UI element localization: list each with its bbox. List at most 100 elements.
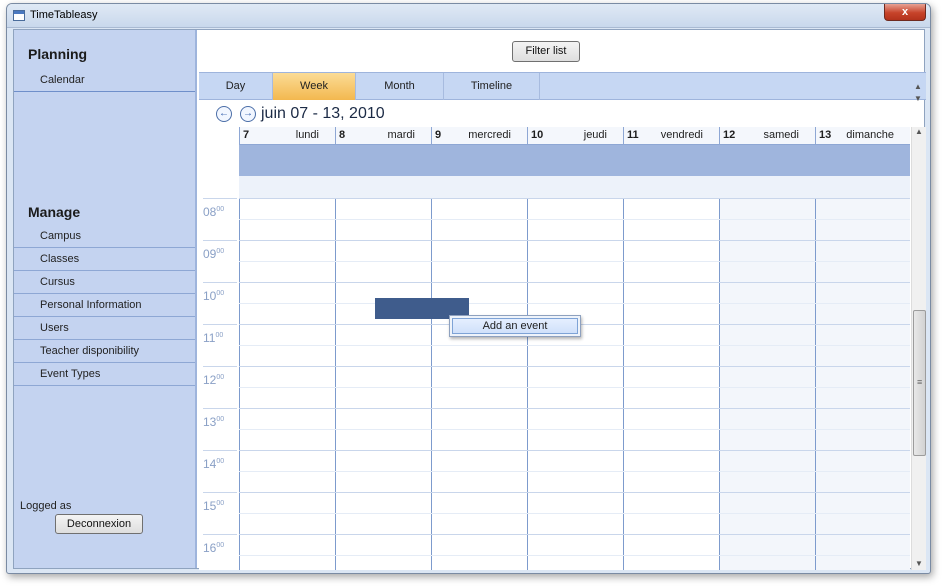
- day-number: 9: [435, 129, 442, 141]
- day-header-mardi[interactable]: 8 mardi: [335, 127, 431, 145]
- scroll-down-icon[interactable]: ▼: [915, 559, 923, 568]
- hour-text: 10: [203, 289, 217, 303]
- close-button[interactable]: x: [884, 4, 926, 21]
- scroll-down-icon[interactable]: ▼: [914, 94, 922, 103]
- minutes-text: 00: [216, 458, 225, 465]
- day-header-jeudi[interactable]: 10 jeudi: [527, 127, 623, 145]
- time-label: 0800: [203, 205, 224, 219]
- tab-day[interactable]: Day: [199, 73, 273, 100]
- day-name: mardi: [387, 129, 415, 141]
- day-column-jeudi[interactable]: [527, 198, 623, 570]
- scrollbar-thumb[interactable]: ≡: [913, 310, 926, 456]
- time-label: 1300: [203, 415, 224, 429]
- sidebar-item-campus[interactable]: Campus: [14, 226, 195, 248]
- logged-as-label: Logged as: [20, 500, 72, 512]
- day-column-mercredi[interactable]: [431, 198, 527, 570]
- day-column-lundi[interactable]: [239, 198, 335, 570]
- time-gutter-line: [203, 408, 237, 409]
- arrow-left-circle-icon[interactable]: ←: [216, 106, 232, 122]
- context-menu: Add an event: [449, 315, 581, 337]
- day-column-vendredi[interactable]: [623, 198, 719, 570]
- filter-list-button[interactable]: Filter list: [512, 41, 580, 62]
- sidebar-item-cursus[interactable]: Cursus: [14, 272, 195, 294]
- scroll-up-icon[interactable]: ▲: [915, 127, 923, 136]
- hour-line: [239, 450, 910, 451]
- half-hour-line: [239, 219, 910, 220]
- hour-line: [239, 198, 910, 199]
- minutes-text: 00: [216, 416, 225, 423]
- day-name: lundi: [295, 129, 319, 141]
- week-calendar: 7 lundi 8 mardi 9 mercredi 10 jeudi 11 vendredi 12…: [199, 127, 911, 570]
- all-day-spacer: [239, 176, 910, 198]
- hour-text: 11: [203, 331, 216, 345]
- day-name: vendredi: [660, 129, 703, 141]
- sidebar-item-classes[interactable]: Classes: [14, 249, 195, 271]
- time-label: 1200: [203, 373, 224, 387]
- hour-text: 09: [203, 247, 217, 261]
- half-hour-line: [239, 513, 910, 514]
- day-header-mercredi[interactable]: 9 mercredi: [431, 127, 527, 145]
- minutes-text: 00: [215, 332, 224, 339]
- day-number: 8: [339, 129, 346, 141]
- calendar-scrollbar[interactable]: ▲ ≡ ▼: [911, 127, 926, 570]
- day-name: mercredi: [468, 129, 511, 141]
- half-hour-line: [239, 429, 910, 430]
- arrow-right-circle-icon[interactable]: →: [240, 106, 256, 122]
- time-gutter-line: [203, 324, 237, 325]
- day-number: 7: [243, 129, 250, 141]
- minutes-text: 00: [216, 542, 225, 549]
- day-column-samedi[interactable]: [719, 198, 815, 570]
- add-event-menu-item[interactable]: Add an event: [452, 318, 578, 334]
- time-gutter-line: [203, 492, 237, 493]
- hour-line: [239, 534, 910, 535]
- half-hour-line: [239, 471, 910, 472]
- date-navigation: ← → juin 07 - 13, 2010: [199, 102, 926, 126]
- day-name: samedi: [763, 129, 799, 141]
- title-bar[interactable]: TimeTableasy x: [7, 4, 930, 28]
- sidebar-item-teacher-disponibility[interactable]: Teacher disponibility: [14, 341, 195, 363]
- time-gutter-line: [203, 198, 237, 199]
- hour-text: 14: [203, 457, 217, 471]
- all-day-scrollbar[interactable]: ▲ ▼: [911, 82, 926, 127]
- day-header-vendredi[interactable]: 11 vendredi: [623, 127, 719, 145]
- scroll-up-icon[interactable]: ▲: [914, 82, 922, 91]
- half-hour-line: [239, 387, 910, 388]
- sidebar-item-event-types[interactable]: Event Types: [14, 364, 195, 386]
- half-hour-line: [239, 345, 910, 346]
- hour-line: [239, 492, 910, 493]
- day-header-samedi[interactable]: 12 samedi: [719, 127, 815, 145]
- day-number: 13: [819, 129, 832, 141]
- app-window: TimeTableasy x Planning Calendar Manage …: [6, 3, 931, 574]
- grip-icon: ≡: [917, 377, 923, 387]
- time-label: 1100: [203, 331, 223, 345]
- minutes-text: 00: [216, 206, 225, 213]
- app-window-icon: [13, 10, 25, 21]
- time-label: 0900: [203, 247, 224, 261]
- all-day-row[interactable]: [239, 145, 910, 176]
- tab-timeline[interactable]: Timeline: [444, 73, 540, 100]
- tab-month[interactable]: Month: [356, 73, 444, 100]
- deconnexion-button[interactable]: Deconnexion: [55, 514, 143, 534]
- time-gutter-line: [203, 282, 237, 283]
- sidebar-item-users[interactable]: Users: [14, 318, 195, 340]
- client-area: Planning Calendar Manage Campus Classes …: [13, 29, 926, 570]
- planning-header: Planning: [28, 46, 88, 62]
- day-column-dimanche[interactable]: [815, 198, 910, 570]
- view-tabs: Day Week Month Timeline: [199, 72, 926, 100]
- tab-week[interactable]: Week: [273, 73, 356, 100]
- day-header-dimanche[interactable]: 13 dimanche: [815, 127, 910, 145]
- day-header-lundi[interactable]: 7 lundi: [239, 127, 335, 145]
- sidebar-item-calendar[interactable]: Calendar: [14, 70, 195, 92]
- sidebar-item-personal-information[interactable]: Personal Information: [14, 295, 195, 317]
- hour-line: [239, 282, 910, 283]
- time-label: 1400: [203, 457, 224, 471]
- time-label: 1600: [203, 541, 224, 555]
- day-number: 12: [723, 129, 736, 141]
- half-hour-line: [239, 555, 910, 556]
- time-grid[interactable]: Add an event: [239, 198, 910, 570]
- day-name: jeudi: [583, 129, 607, 141]
- half-hour-line: [239, 261, 910, 262]
- time-label: 1000: [203, 289, 224, 303]
- day-name: dimanche: [846, 129, 894, 141]
- day-column-mardi[interactable]: [335, 198, 431, 570]
